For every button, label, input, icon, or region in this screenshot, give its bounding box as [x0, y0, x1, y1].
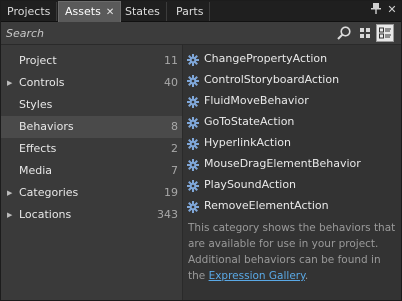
behavior-gear-icon: [187, 74, 199, 87]
tab-label: Assets: [65, 5, 101, 18]
behavior-gear-icon: [187, 53, 199, 66]
behavior-label: PlaySoundAction: [204, 178, 297, 191]
category-list: Project 11 ▶ Controls 40 Styles Behavior…: [1, 45, 183, 300]
behavior-label: GoToStateAction: [204, 115, 295, 128]
category-locations[interactable]: ▶ Locations 343: [1, 204, 182, 226]
search-bar: [1, 22, 401, 45]
behavior-label: FluidMoveBehavior: [204, 94, 309, 107]
behavior-label: ChangePropertyAction: [204, 52, 328, 65]
tab-states[interactable]: States: [119, 2, 167, 21]
category-label: Controls: [19, 76, 65, 89]
category-label: Project: [19, 54, 57, 67]
category-description: This category shows the behaviors that a…: [188, 220, 400, 284]
category-behaviors[interactable]: Behaviors 8: [1, 116, 182, 138]
tab-parts[interactable]: Parts: [170, 2, 211, 21]
search-icon[interactable]: [336, 25, 352, 41]
tab-label: States: [125, 5, 160, 18]
category-count: 8: [171, 120, 178, 133]
category-label: Behaviors: [19, 120, 74, 133]
category-effects[interactable]: Effects 2: [1, 138, 182, 160]
close-panel-icon[interactable]: ✕: [385, 3, 399, 17]
category-count: 343: [157, 208, 178, 221]
behavior-label: ControlStoryboardAction: [204, 73, 340, 86]
category-count: 7: [171, 164, 178, 177]
grid-view-icon[interactable]: [356, 24, 374, 42]
behavior-gear-icon: [187, 158, 199, 171]
category-label: Locations: [19, 208, 72, 221]
category-styles[interactable]: Styles: [1, 94, 182, 116]
expand-arrow-icon[interactable]: ▶: [7, 182, 12, 204]
tab-strip: Projects Assets ✕ States Parts ✕: [1, 1, 401, 22]
behavior-gear-icon: [187, 116, 199, 129]
category-controls[interactable]: ▶ Controls 40: [1, 72, 182, 94]
category-label: Categories: [19, 186, 79, 199]
close-icon[interactable]: ✕: [106, 7, 114, 18]
category-media[interactable]: Media 7: [1, 160, 182, 182]
assets-panel: Projects Assets ✕ States Parts ✕ Project …: [0, 0, 402, 301]
category-label: Styles: [19, 98, 53, 111]
category-count: 40: [164, 76, 178, 89]
pin-icon[interactable]: [369, 3, 383, 17]
category-count: 19: [164, 186, 178, 199]
expand-arrow-icon[interactable]: ▶: [7, 72, 12, 94]
tab-label: Parts: [176, 5, 204, 18]
behavior-label: RemoveElementAction: [204, 199, 329, 212]
category-project[interactable]: Project 11: [1, 50, 182, 72]
behavior-gear-icon: [187, 137, 199, 150]
category-label: Effects: [19, 142, 57, 155]
category-categories[interactable]: ▶ Categories 19: [1, 182, 182, 204]
category-label: Media: [19, 164, 53, 177]
list-view-icon[interactable]: [376, 24, 394, 42]
description-suffix: .: [304, 270, 309, 282]
expression-gallery-link[interactable]: Expression Gallery: [209, 270, 305, 282]
behaviors-list: ChangePropertyAction ControlStoryboardAc…: [183, 45, 401, 300]
tab-assets[interactable]: Assets ✕: [58, 1, 122, 22]
behavior-gear-icon: [187, 179, 199, 192]
behavior-label: MouseDragElementBehavior: [204, 157, 361, 170]
tab-projects[interactable]: Projects: [1, 2, 58, 21]
behavior-gear-icon: [187, 200, 199, 213]
category-count: 2: [171, 142, 178, 155]
behavior-gear-icon: [187, 95, 199, 108]
behavior-label: HyperlinkAction: [204, 136, 291, 149]
expand-arrow-icon[interactable]: ▶: [7, 204, 12, 226]
search-input[interactable]: [3, 24, 335, 42]
tab-label: Projects: [7, 5, 51, 18]
category-count: 11: [164, 54, 178, 67]
